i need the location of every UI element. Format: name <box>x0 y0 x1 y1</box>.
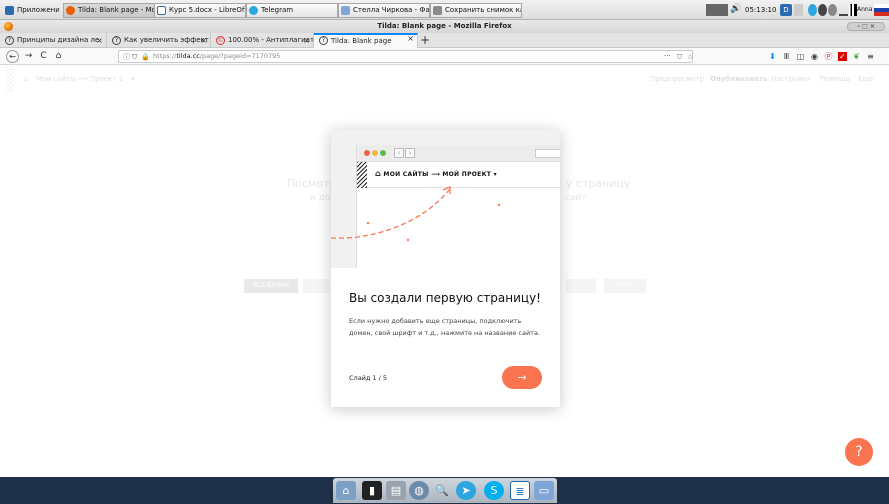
page-actions-icon[interactable]: ··· <box>664 51 671 62</box>
writer-icon <box>157 6 166 15</box>
reload-button[interactable]: C <box>37 50 50 63</box>
screen-icon[interactable] <box>794 4 803 16</box>
decor-dot <box>497 203 501 207</box>
url-bar[interactable]: ⓘ ⛉ 🔒 https://tilda.cc/page/?pageid=7170… <box>118 50 693 63</box>
applications-icon <box>5 6 14 15</box>
update-icon[interactable] <box>818 4 827 16</box>
onboarding-modal: ‹ › ⌂ МОИ САЙТЫ ⟶ МОЙ ПРОЕКТ ▾ Вы создал… <box>331 130 560 407</box>
telegram-icon <box>249 6 258 15</box>
close-tab-icon[interactable]: × <box>303 33 310 48</box>
tab-antiplagiat[interactable]: © 100.00% - Антиплагиат × <box>211 33 314 48</box>
user-name[interactable]: Anna <box>857 4 872 16</box>
library-icon[interactable]: Ⅲ <box>782 52 791 61</box>
home-folder-icon[interactable]: ⌂ <box>336 481 356 500</box>
dock: ⌂ ▮ ▤ ◍ 🔍 ➤ S ≣ ▭ <box>333 478 557 503</box>
dashed-curve <box>331 189 450 239</box>
bottom-panel: ⌂ ▮ ▤ ◍ 🔍 ➤ S ≣ ▭ <box>0 477 889 504</box>
back-button[interactable]: ← <box>6 50 19 63</box>
keyboard-layout-flag-icon[interactable] <box>874 4 889 16</box>
navigation-toolbar: ← → C ⌂ ⓘ ⛉ 🔒 https://tilda.cc/page/?pag… <box>0 48 889 65</box>
lock-icon[interactable]: 🔒 <box>141 52 150 63</box>
cpu-graph-icon <box>706 4 728 16</box>
extension-icon[interactable]: ◉ <box>810 52 819 61</box>
taskbar-item-firefox[interactable]: Tilda: Blank page - Mozi... <box>63 3 161 18</box>
modal-title: Вы создали первую страницу! <box>349 291 541 305</box>
terminal-icon[interactable]: ▮ <box>362 481 382 500</box>
tab-tilda-blank-page[interactable]: ? Tilda: Blank page × <box>314 33 418 48</box>
decor-dot <box>366 221 370 225</box>
url-scheme: https:// <box>153 52 177 60</box>
new-tab-button[interactable]: + <box>418 33 432 48</box>
skype-tray-icon[interactable] <box>828 4 837 16</box>
folder-icon <box>341 6 350 15</box>
tilda-icon: ? <box>319 36 328 45</box>
red-extension-icon[interactable]: ✓ <box>838 52 847 61</box>
window-title: Tilda: Blank page - Mozilla Firefox <box>377 22 512 30</box>
help-button[interactable]: ? <box>845 438 873 466</box>
modal-description: Если нужно добавить еще страницы, подклю… <box>349 317 540 337</box>
antiplagiat-icon: © <box>216 36 225 45</box>
window-titlebar: Tilda: Blank page - Mozilla Firefox – □ … <box>0 20 889 33</box>
tab-design-principles[interactable]: ? Принципы дизайна ле × <box>0 33 107 48</box>
bookmark-star-icon[interactable]: ☆ <box>687 52 693 63</box>
notes-icon[interactable]: D <box>780 4 792 16</box>
sidebar-icon[interactable]: ◫ <box>796 52 805 61</box>
taskbar-item-telegram[interactable]: Telegram <box>246 3 338 18</box>
downloads-icon[interactable]: ⬇ <box>768 52 777 61</box>
url-path: /page/?pageid=7170795 <box>199 52 281 60</box>
os-top-panel: Приложения Tilda: Blank page - Mozi... К… <box>0 0 889 20</box>
info-icon[interactable]: ⓘ <box>123 52 130 63</box>
forward-button[interactable]: → <box>22 50 35 63</box>
telegram-dock-icon[interactable]: ➤ <box>456 481 476 500</box>
taskbar-item-screenshot[interactable]: Сохранить снимок как... <box>430 3 522 18</box>
close-tab-icon[interactable]: × <box>96 33 103 48</box>
browser-icon[interactable]: ◍ <box>409 481 429 500</box>
skype-icon[interactable]: S <box>484 481 504 500</box>
window-controls[interactable]: – □ × <box>847 22 885 31</box>
modal-illustration: ‹ › ⌂ МОИ САЙТЫ ⟶ МОЙ ПРОЕКТ ▾ <box>331 130 560 268</box>
file-manager-icon[interactable]: ▤ <box>386 481 406 500</box>
system-tray: 🔊 05:13:10 D Anna <box>704 0 889 20</box>
writer-dock-icon[interactable]: ≣ <box>510 481 530 500</box>
network-icon[interactable] <box>839 4 848 16</box>
close-tab-icon[interactable]: × <box>200 33 207 48</box>
applications-menu[interactable]: Приложения <box>2 3 60 18</box>
dashed-arrow-illustration <box>331 186 501 242</box>
decor-dot <box>406 238 410 242</box>
page-content: ⌂ Мои сайты ⟶ Проект 1 ▾ Предпросмотр Оп… <box>0 66 889 477</box>
telegram-tray-icon[interactable] <box>808 4 817 16</box>
tracking-shield-icon[interactable]: ⛉ <box>132 52 137 63</box>
tab-strip: ? Принципы дизайна ле × ? Как увеличить … <box>0 33 889 48</box>
close-tab-icon[interactable]: × <box>407 35 414 45</box>
taskbar-item-writer[interactable]: Курс 5.docx - LibreOffic... <box>154 3 246 18</box>
slide-counter: Слайд 1 / 5 <box>349 374 388 382</box>
globe-icon: ? <box>112 36 121 45</box>
pocket-icon[interactable]: ⛉ <box>677 52 682 63</box>
globe-icon: ? <box>5 36 14 45</box>
firefox-logo-icon <box>4 22 13 31</box>
url-domain: tilda.cc <box>176 52 200 60</box>
green-extension-icon[interactable]: ❦ <box>852 52 861 61</box>
volume-icon[interactable]: 🔊 <box>730 4 741 16</box>
home-button[interactable]: ⌂ <box>52 50 65 63</box>
pinterest-icon[interactable]: ⓟ <box>824 52 833 61</box>
screenshot-icon <box>433 6 442 15</box>
tab-efficiency[interactable]: ? Как увеличить эффект × <box>107 33 211 48</box>
taskbar-item-file-manager[interactable]: Стелла Чиркова - Фай... <box>338 3 430 18</box>
search-icon[interactable]: 🔍 <box>432 481 452 500</box>
menu-icon[interactable]: ≡ <box>866 52 875 61</box>
signal-icon <box>849 4 857 16</box>
clock[interactable]: 05:13:10 <box>745 4 776 16</box>
folder-dock-icon[interactable]: ▭ <box>534 481 554 500</box>
firefox-icon <box>66 6 75 15</box>
next-slide-button[interactable]: → <box>502 366 542 389</box>
